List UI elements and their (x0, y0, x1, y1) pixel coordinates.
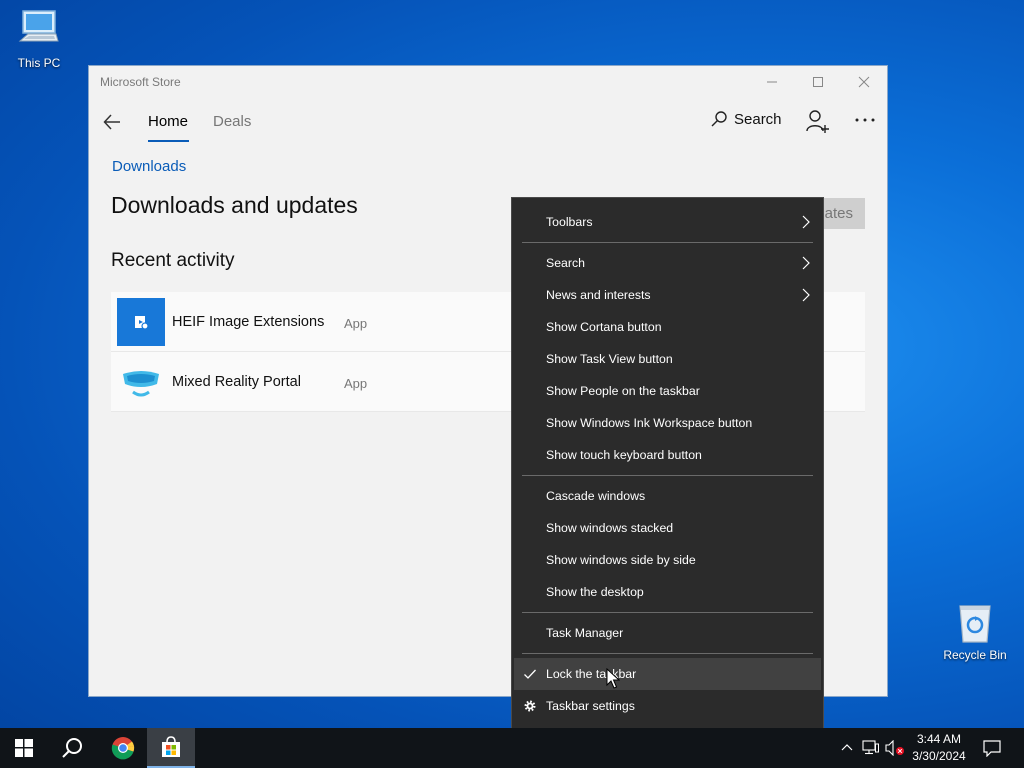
mixed-reality-icon (117, 358, 165, 406)
taskbar[interactable]: 3:44 AM 3/30/2024 (0, 728, 1024, 768)
menu-item-lock-taskbar[interactable]: Lock the taskbar (514, 658, 821, 690)
network-tray-button[interactable] (861, 728, 881, 768)
search-button[interactable]: Search (710, 110, 782, 128)
network-icon (862, 740, 879, 755)
start-icon (15, 739, 33, 757)
menu-item-label: Show People on the taskbar (546, 384, 700, 398)
account-button[interactable] (805, 108, 831, 134)
checkmark-icon (524, 669, 536, 679)
menu-item-show-ink-workspace[interactable]: Show Windows Ink Workspace button (512, 407, 823, 439)
tab-deals[interactable]: Deals (213, 113, 251, 130)
action-center-button[interactable] (978, 728, 1006, 768)
close-icon (858, 76, 870, 88)
clock-time: 3:44 AM (916, 732, 962, 746)
taskbar-clock[interactable]: 3:44 AM 3/30/2024 (908, 731, 970, 765)
volume-muted-icon (885, 740, 904, 756)
menu-item-label: Search (546, 256, 585, 270)
start-button[interactable] (0, 728, 48, 768)
recycle-bin-icon (959, 605, 991, 643)
menu-item-show-task-view-button[interactable]: Show Task View button (512, 343, 823, 375)
volume-tray-button[interactable] (884, 728, 906, 768)
menu-item-task-manager[interactable]: Task Manager (512, 617, 823, 649)
menu-item-toolbars[interactable]: Toolbars (512, 206, 823, 238)
app-name: HEIF Image Extensions (172, 314, 325, 330)
menu-item-label: Show touch keyboard button (546, 448, 702, 462)
search-icon (62, 738, 82, 758)
chevron-right-icon (802, 288, 810, 302)
window-title: Microsoft Store (100, 75, 181, 89)
close-button[interactable] (841, 66, 887, 98)
add-user-icon (806, 110, 829, 133)
app-type: App (344, 376, 368, 391)
chrome-taskbar-button[interactable] (99, 728, 147, 768)
menu-item-label: Taskbar settings (546, 699, 635, 713)
recycle-bin-label: Recycle Bin (943, 648, 1007, 662)
menu-item-show-cortana-button[interactable]: Show Cortana button (512, 311, 823, 343)
menu-item-label: Show the desktop (546, 585, 644, 599)
menu-item-news-and-interests[interactable]: News and interests (512, 279, 823, 311)
chevron-up-icon (841, 744, 853, 751)
window-controls (749, 66, 887, 98)
chrome-icon (111, 737, 135, 760)
store-navbar: Home Deals Search (89, 98, 887, 146)
menu-item-show-windows-stacked[interactable]: Show windows stacked (512, 512, 823, 544)
more-options-button[interactable] (853, 108, 877, 132)
mouse-cursor-icon (606, 668, 620, 689)
taskbar-context-menu: Toolbars Search News and interests Show … (511, 197, 824, 731)
computer-icon (18, 10, 59, 42)
back-button[interactable] (101, 110, 125, 134)
menu-item-show-people[interactable]: Show People on the taskbar (512, 375, 823, 407)
back-arrow-icon (103, 114, 120, 130)
search-label: Search (734, 110, 782, 128)
menu-item-show-windows-side-by-side[interactable]: Show windows side by side (512, 544, 823, 576)
store-taskbar-button[interactable] (147, 728, 195, 768)
menu-item-show-desktop[interactable]: Show the desktop (512, 576, 823, 608)
menu-item-taskbar-settings[interactable]: Taskbar settings (512, 690, 823, 722)
search-icon (711, 111, 727, 127)
menu-item-search[interactable]: Search (512, 247, 823, 279)
menu-item-label: Show Windows Ink Workspace button (546, 416, 753, 430)
taskbar-search-button[interactable] (48, 728, 96, 768)
show-hidden-icons-button[interactable] (837, 728, 857, 768)
menu-separator (522, 612, 813, 613)
app-name: Mixed Reality Portal (172, 374, 301, 390)
chevron-right-icon (802, 215, 810, 229)
heif-app-icon (117, 298, 165, 346)
desktop-icon-this-pc[interactable]: This PC (1, 8, 77, 70)
menu-item-label: Cascade windows (546, 489, 646, 503)
clock-date: 3/30/2024 (912, 749, 966, 763)
maximize-icon (813, 77, 823, 87)
menu-item-label: Show Task View button (546, 352, 673, 366)
page-title: Downloads and updates (111, 192, 358, 218)
gear-icon (524, 700, 536, 712)
menu-item-label: Show windows stacked (546, 521, 674, 535)
menu-item-label: News and interests (546, 288, 651, 302)
menu-separator (522, 475, 813, 476)
tab-home[interactable]: Home (148, 113, 188, 130)
menu-item-label: Show Cortana button (546, 320, 662, 334)
tab-home-indicator (148, 140, 189, 142)
this-pc-label: This PC (17, 56, 61, 70)
get-updates-label: lates (821, 205, 853, 222)
menu-item-label: Task Manager (546, 626, 624, 640)
recent-activity-title: Recent activity (111, 250, 235, 271)
menu-item-show-touch-keyboard[interactable]: Show touch keyboard button (512, 439, 823, 471)
menu-item-cascade-windows[interactable]: Cascade windows (512, 480, 823, 512)
minimize-button[interactable] (749, 66, 795, 98)
store-icon (162, 736, 180, 757)
menu-item-label: Toolbars (546, 215, 593, 229)
minimize-icon (767, 81, 777, 83)
menu-separator (522, 242, 813, 243)
menu-separator (522, 653, 813, 654)
breadcrumb-downloads[interactable]: Downloads (112, 158, 186, 175)
window-titlebar[interactable]: Microsoft Store (89, 66, 887, 98)
menu-item-label: Lock the taskbar (546, 667, 637, 681)
menu-item-label: Show windows side by side (546, 553, 696, 567)
more-dots-icon (855, 118, 875, 122)
app-type: App (344, 316, 368, 331)
maximize-button[interactable] (795, 66, 841, 98)
notification-icon (983, 740, 1001, 757)
chevron-right-icon (802, 256, 810, 270)
desktop-icon-recycle-bin[interactable]: Recycle Bin (937, 600, 1013, 662)
